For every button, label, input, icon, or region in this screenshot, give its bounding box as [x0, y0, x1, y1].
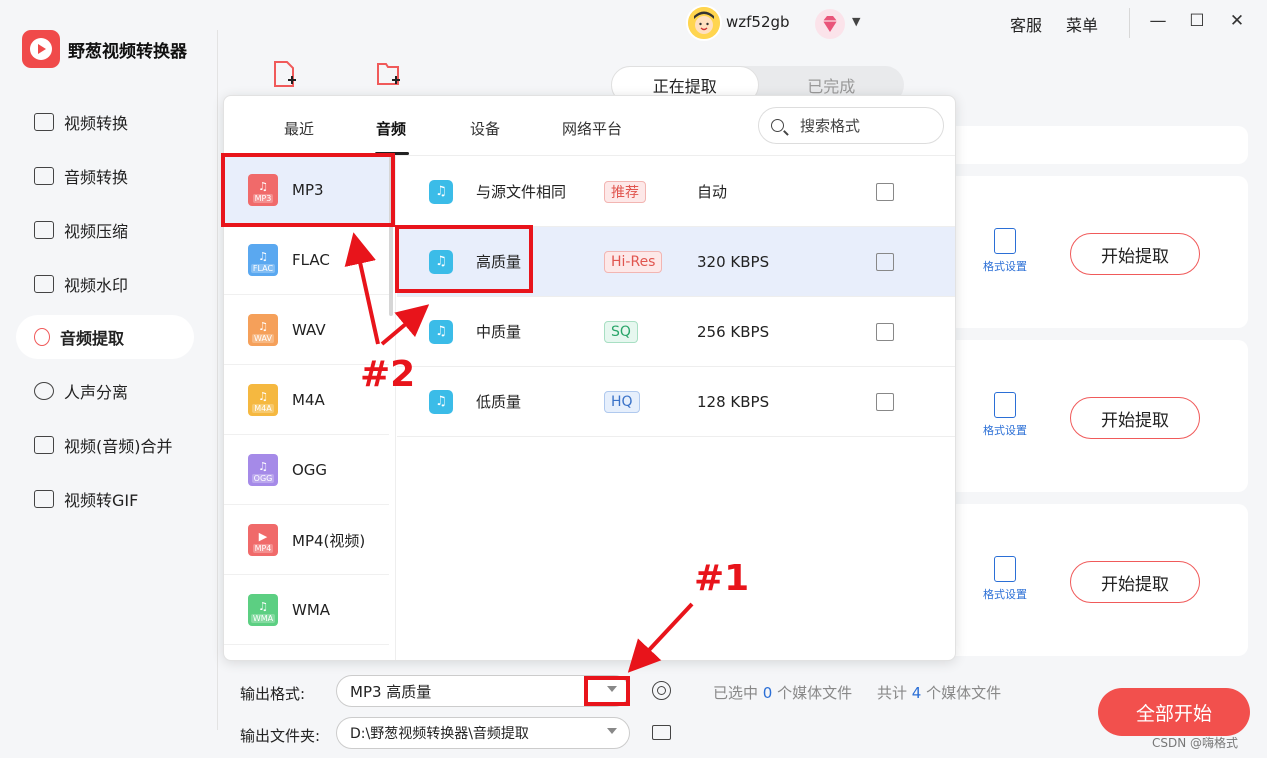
app-window: 野葱视频转换器 wzf52gb ▼ 客服 菜单 — ☐ ✕ 视频转换 音频转换 …	[0, 0, 1267, 758]
annotation-arrows	[344, 232, 694, 673]
